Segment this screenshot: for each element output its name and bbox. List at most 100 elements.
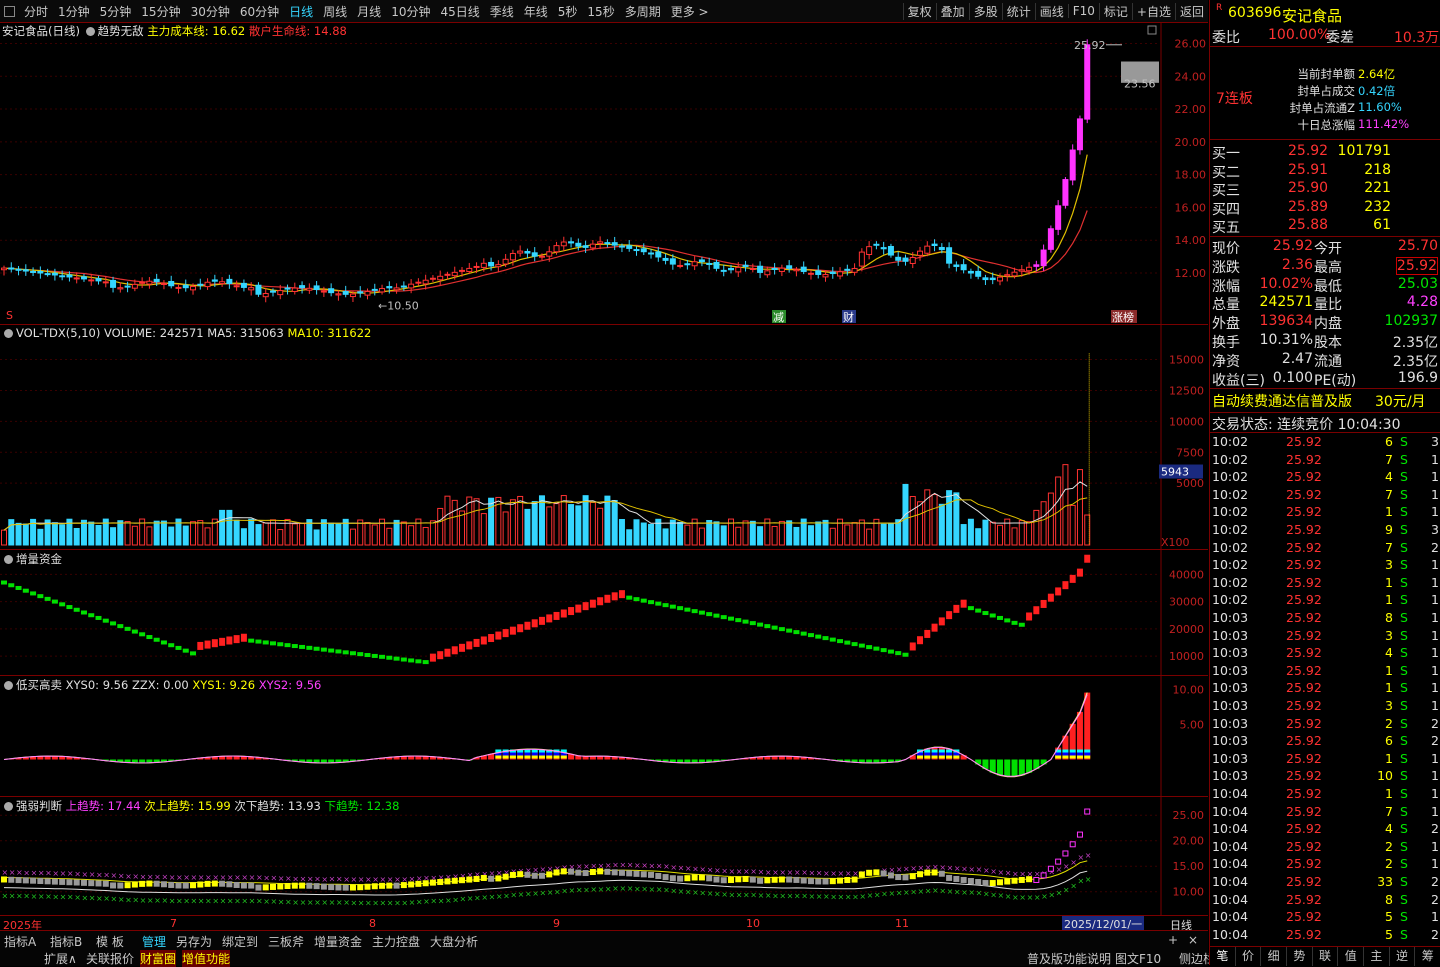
indicator-tab[interactable]: 模 板 [96,933,124,950]
candlestick-chart[interactable]: 26.0024.0022.0020.0018.0016.0014.0012.00… [0,22,1208,324]
period-tab[interactable]: 10分钟 [386,3,435,20]
bid-row[interactable]: 买四25.89232 [1210,198,1440,217]
tick-row: 10:0425.928S2 [1210,891,1440,909]
stats-value: 242571 [1260,294,1313,310]
candle-body [278,291,283,295]
extension-tab[interactable]: 关联报价 [86,950,134,967]
promo-price[interactable]: 30元/月 [1375,391,1426,411]
toolbar-button[interactable]: +自选 [1132,3,1175,20]
toolbar-button[interactable]: 标记 [1099,3,1132,20]
extension-tab[interactable]: 增值功能 [182,950,230,967]
quote-tab[interactable]: 逆 [1390,947,1416,966]
period-tab[interactable]: 日线 [284,3,318,20]
period-tab[interactable]: 分时 [19,3,53,20]
extension-tab[interactable]: 扩展∧ [44,950,77,967]
indicator-tab[interactable]: 指标A [4,933,36,950]
indicator-tab[interactable]: 三板斧 [268,933,304,950]
toolbar-button[interactable]: 复权 [903,3,936,20]
indicator-tab[interactable]: 大盘分析 [430,933,478,950]
toolbar-button[interactable]: 返回 [1175,3,1208,20]
bid-row[interactable]: 买一25.92101791 [1210,142,1440,161]
candle-body [191,286,196,289]
volume-bar [787,521,792,545]
down-trend-mark: × [881,890,888,899]
down-trend-mark: × [503,891,510,900]
capital-step [881,648,887,652]
period-tab[interactable]: 5秒 [553,3,583,20]
strength-candle [423,881,428,886]
toolbar-button[interactable]: 叠加 [936,3,969,20]
volume-chart[interactable]: 150001250010000750050005943X100 [0,325,1208,549]
period-tab[interactable]: 更多 > [666,3,714,20]
tick-row: 10:0325.921S1 [1210,750,1440,768]
down-trend-mark: × [1085,875,1092,884]
down-trend-mark: × [481,893,488,902]
period-tab[interactable]: 5分钟 [95,3,137,20]
indicator-tab[interactable]: 主力控盘 [372,933,420,950]
extension-tab[interactable]: 财富圈 [140,950,176,967]
stats-value: 139634 [1260,313,1313,329]
mark-price-label: 23.56 [1124,77,1156,90]
capital-step [946,611,952,619]
indicator-tab[interactable]: 另存为 [176,933,212,950]
period-tab[interactable]: 1分钟 [53,3,95,20]
indicator-tab[interactable]: 绑定到 [222,933,258,950]
quote-tab[interactable]: 联 [1313,947,1339,966]
indicator-tab[interactable]: 指标B [50,933,82,950]
tick-list[interactable]: 10:0225.926S310:0225.927S110:0225.924S11… [1210,432,1440,433]
capital-step [452,646,458,654]
capital-step [968,606,974,610]
quote-tab[interactable]: 笔 [1210,947,1236,966]
help-link[interactable]: 普及版功能说明 [1027,950,1111,967]
period-tab[interactable]: 15秒 [582,3,619,20]
strength-chart[interactable]: 25.0020.0015.0010.00××××××××××××××××××××… [0,797,1208,915]
up-trend-mark: × [976,865,983,874]
help-link[interactable]: 图文F10 [1115,950,1161,967]
capital-step [619,590,625,598]
period-tab[interactable]: 月线 [352,3,386,20]
capital-step [30,591,36,595]
quote-tab[interactable]: 主 [1364,947,1390,966]
quote-tab[interactable]: 势 [1287,947,1313,966]
indicator-tab[interactable]: 管理 [142,933,166,950]
period-tab[interactable]: 周线 [318,3,352,20]
capital-step [74,608,80,612]
period-tab[interactable]: 30分钟 [186,3,235,20]
window-icon[interactable] [4,6,15,17]
volume-bar [590,502,595,545]
bid-row[interactable]: 买二25.91218 [1210,161,1440,180]
quote-tab[interactable]: 筹 [1415,947,1440,966]
period-tab[interactable]: 60分钟 [235,3,284,20]
period-tab[interactable]: 季线 [485,3,519,20]
quote-tab[interactable]: 值 [1338,947,1364,966]
bid-row[interactable]: 买三25.90221 [1210,179,1440,198]
capital-step [1004,618,1010,622]
down-trend-mark: × [263,897,270,906]
period-tab[interactable]: 15分钟 [136,3,185,20]
capital-chart[interactable]: 40000300002000010000 [0,550,1208,675]
tick-volume: 2 [1385,839,1393,854]
indicator-tab[interactable]: 增量资金 [314,933,362,950]
up-trend-mark: × [627,861,634,870]
collapse-tab-button[interactable]: × [1188,933,1198,947]
candle-body [1034,265,1039,267]
toolbar-button[interactable]: 画线 [1035,3,1068,20]
stats-value: 4.28 [1407,294,1438,310]
lowbuy-band [932,753,938,756]
toolbar-button[interactable]: 统计 [1002,3,1035,20]
promo-text[interactable]: 自动续费通达信普及版 [1212,391,1352,411]
period-tab[interactable]: 45日线 [435,3,484,20]
tick-row: 10:0325.921S1 [1210,679,1440,697]
quote-tab[interactable]: 细 [1261,947,1287,966]
toolbar-button[interactable]: 多股 [969,3,1002,20]
promo-row[interactable]: 自动续费通达信普及版 30元/月 [1210,390,1440,409]
candle-body [409,284,414,288]
lowbuy-chart[interactable]: 10.005.00 [0,676,1208,796]
period-tab[interactable]: 年线 [519,3,553,20]
bid-row[interactable]: 买五25.8861 [1210,216,1440,235]
toolbar-button[interactable]: F10 [1068,4,1099,18]
period-tab[interactable]: 多周期 [620,3,666,20]
tick-row: 10:0225.927S1 [1210,451,1440,469]
quote-tab[interactable]: 价 [1236,947,1262,966]
add-tab-button[interactable]: + [1168,933,1178,947]
